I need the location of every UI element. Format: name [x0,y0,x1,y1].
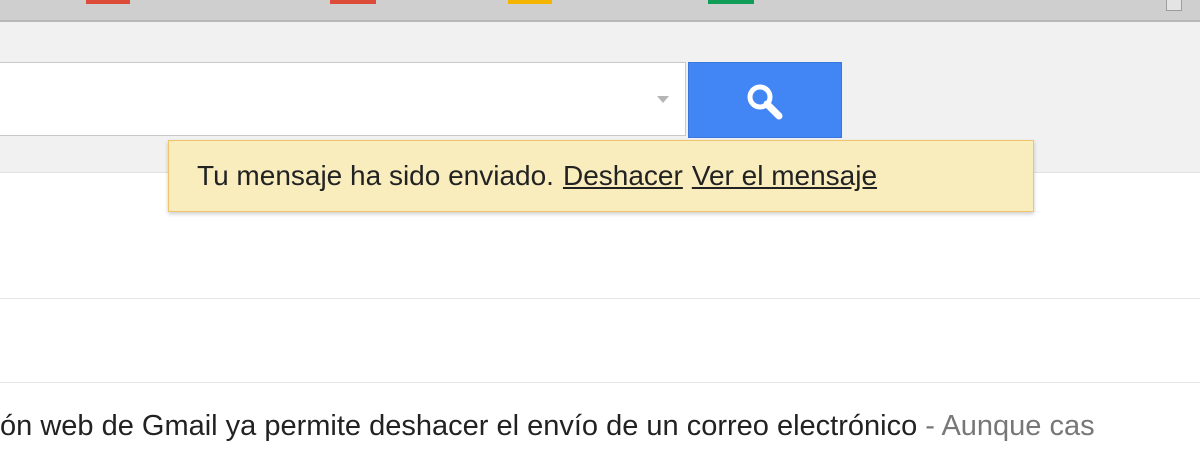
row-divider [0,298,1200,299]
sent-notification: Tu mensaje ha sido enviado. Deshacer Ver… [168,140,1034,212]
search-icon [747,84,783,120]
notification-message: Tu mensaje ha sido enviado. [197,160,554,191]
email-separator: - [925,410,935,442]
search-input[interactable] [0,62,686,136]
search-options-caret-icon[interactable] [657,96,669,103]
row-divider [0,382,1200,383]
undo-link[interactable]: Deshacer [563,160,683,192]
view-message-link[interactable]: Ver el mensaje [692,160,877,192]
search-button[interactable] [688,62,842,138]
email-preview: Aunque cas [941,410,1095,442]
tab-color-mark [86,0,130,4]
tab-color-mark [708,0,754,4]
gmail-window: Tu mensaje ha sido enviado. Deshacer Ver… [0,0,1200,462]
tab-color-mark [330,0,376,4]
window-corner [1166,0,1182,11]
tab-color-mark [508,0,552,4]
email-list-row[interactable]: ón web de Gmail ya permite deshacer el e… [0,406,1200,446]
browser-top-bar [0,0,1200,22]
email-subject: ón web de Gmail ya permite deshacer el e… [0,410,918,442]
